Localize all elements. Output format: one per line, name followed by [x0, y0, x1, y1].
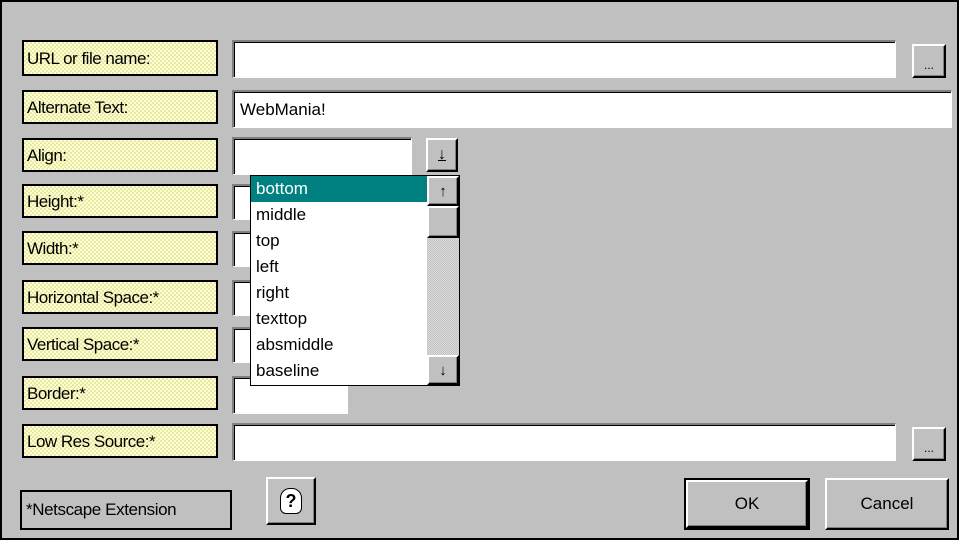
hspace-label-text: Horizontal Space:*: [27, 287, 159, 307]
ellipsis-icon: ...: [923, 441, 934, 455]
scroll-thumb[interactable]: [427, 206, 459, 238]
border-label-text: Border:*: [27, 383, 86, 403]
align-option-absmiddle[interactable]: absmiddle: [251, 332, 427, 358]
align-option-right[interactable]: right: [251, 280, 427, 306]
align-label: Align:: [22, 138, 218, 172]
ok-button-label: OK: [734, 494, 760, 513]
lowres-label: Low Res Source:*: [22, 424, 218, 458]
help-button[interactable]: ?: [266, 477, 316, 525]
lowres-browse-button[interactable]: ...: [912, 427, 946, 461]
width-label-text: Width:*: [27, 238, 79, 258]
align-option-texttop[interactable]: texttop: [251, 306, 427, 332]
align-label-text: Align:: [27, 145, 67, 165]
ellipsis-icon: ...: [923, 58, 934, 72]
alt-text-input[interactable]: WebMania!: [232, 90, 952, 128]
align-options: bottom middle top left right texttop abs…: [251, 176, 427, 385]
arrow-down-icon: ↓: [438, 146, 446, 163]
align-option-middle[interactable]: middle: [251, 202, 427, 228]
vspace-label-text: Vertical Space:*: [27, 334, 140, 354]
help-icon: ?: [280, 488, 302, 514]
hspace-label: Horizontal Space:*: [22, 280, 218, 314]
align-option-bottom[interactable]: bottom: [251, 176, 427, 202]
align-option-top[interactable]: top: [251, 228, 427, 254]
lowres-input[interactable]: [232, 423, 896, 461]
netscape-extension-note-text: *Netscape Extension: [26, 500, 177, 519]
url-label: URL or file name:: [22, 40, 218, 76]
align-option-left[interactable]: left: [251, 254, 427, 280]
vspace-label: Vertical Space:*: [22, 327, 218, 361]
netscape-extension-note: *Netscape Extension: [20, 490, 232, 530]
ok-button[interactable]: OK: [684, 478, 810, 530]
scroll-up-button[interactable]: ↑: [427, 176, 459, 206]
cancel-button[interactable]: Cancel: [825, 478, 949, 530]
border-label: Border:*: [22, 376, 218, 410]
alt-text-label: Alternate Text:: [22, 90, 218, 124]
align-option-baseline[interactable]: baseline: [251, 358, 427, 384]
arrow-up-icon: ↑: [439, 182, 447, 200]
align-list-scrollbar[interactable]: ↑ ↓: [427, 176, 459, 385]
align-dropdown-button[interactable]: ↓: [426, 138, 458, 172]
scroll-down-button[interactable]: ↓: [427, 355, 459, 385]
arrow-down-icon: ↓: [439, 361, 447, 379]
height-label: Height:*: [22, 184, 218, 218]
lowres-label-text: Low Res Source:*: [27, 431, 156, 451]
height-label-text: Height:*: [27, 191, 84, 211]
alt-text-label-text: Alternate Text:: [27, 97, 128, 117]
cancel-button-label: Cancel: [860, 494, 914, 513]
align-dropdown-list[interactable]: bottom middle top left right texttop abs…: [250, 175, 460, 386]
url-input[interactable]: [232, 40, 896, 78]
help-icon-glyph: ?: [285, 490, 297, 511]
width-label: Width:*: [22, 231, 218, 265]
url-label-text: URL or file name:: [27, 48, 151, 68]
url-browse-button[interactable]: ...: [912, 44, 946, 78]
image-properties-dialog: URL or file name: ... Alternate Text: We…: [0, 0, 959, 540]
align-select[interactable]: [232, 137, 412, 175]
